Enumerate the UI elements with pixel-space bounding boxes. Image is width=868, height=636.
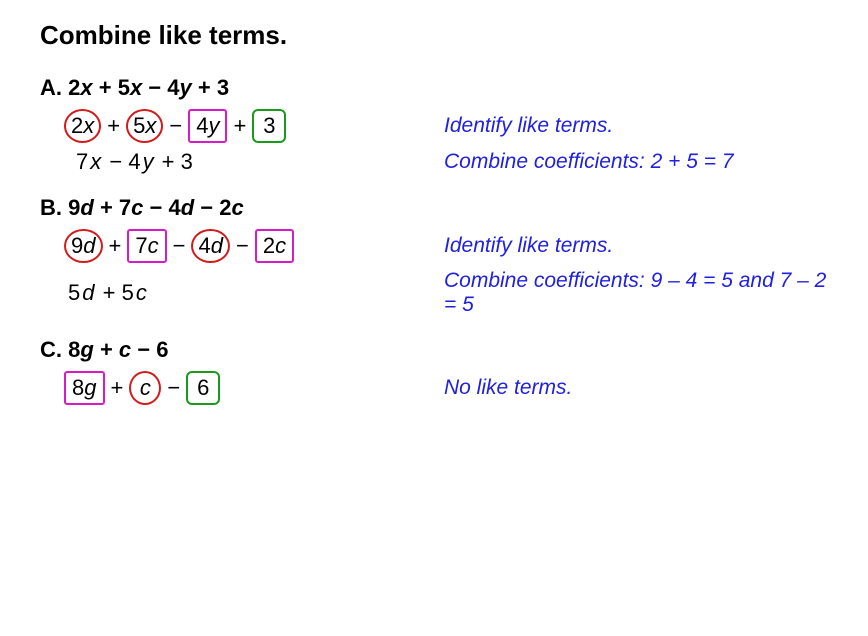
problem-b-marked-expr: 9d + 7c − 4d − 2c: [64, 229, 384, 263]
problem-b-expr: 9d + 7c − 4d − 2c: [68, 195, 244, 220]
problem-b-header: B. 9d + 7c − 4d − 2c: [40, 195, 828, 221]
term-c: c: [129, 371, 161, 405]
term-6: 6: [186, 371, 220, 405]
term-8g: 8g: [64, 371, 105, 405]
term-7c: 7c: [127, 229, 166, 263]
term-2x: 2x: [64, 109, 101, 143]
op-plus: +: [105, 233, 126, 259]
problem-c-marked-expr: 8g + c − 6: [64, 371, 384, 405]
problem-c-marked-row: 8g + c − 6 No like terms.: [64, 371, 828, 405]
op-plus: +: [229, 113, 250, 139]
problem-a-label: A.: [40, 75, 62, 100]
problem-c-expr: 8g + c − 6: [68, 337, 168, 362]
problem-c: C. 8g + c − 6 8g + c − 6 No like terms.: [40, 337, 828, 405]
op-minus: −: [163, 375, 184, 401]
note-identify-a: Identify like terms.: [444, 114, 828, 138]
problem-b-result: 5d + 5c: [64, 280, 384, 306]
problem-b-result-row: 5d + 5c Combine coefficients: 9 – 4 = 5 …: [64, 269, 828, 317]
page-title: Combine like terms.: [40, 20, 828, 51]
op-plus: +: [107, 375, 128, 401]
op-minus: −: [165, 113, 186, 139]
op-plus: +: [103, 113, 124, 139]
problem-c-label: C.: [40, 337, 62, 362]
problem-b-label: B.: [40, 195, 62, 220]
term-5x: 5x: [126, 109, 163, 143]
problem-a-marked-expr: 2x + 5x − 4y + 3: [64, 109, 384, 143]
term-3: 3: [252, 109, 286, 143]
problem-a-result: 7x − 4y + 3: [64, 149, 384, 175]
problem-a: A. 2x + 5x − 4y + 3 2x + 5x − 4y + 3 Ide…: [40, 75, 828, 175]
op-minus: −: [232, 233, 253, 259]
term-4d: 4d: [191, 229, 230, 263]
note-identify-b: Identify like terms.: [444, 234, 828, 258]
term-9d: 9d: [64, 229, 103, 263]
problem-b-marked-row: 9d + 7c − 4d − 2c Identify like terms.: [64, 229, 828, 263]
note-no-like-terms: No like terms.: [444, 376, 828, 400]
problem-b: B. 9d + 7c − 4d − 2c 9d + 7c − 4d − 2c I…: [40, 195, 828, 317]
problem-a-expr: 2x + 5x − 4y + 3: [68, 75, 229, 100]
note-combine-a: Combine coefficients: 2 + 5 = 7: [444, 150, 828, 174]
term-4y: 4y: [188, 109, 227, 143]
op-minus: −: [169, 233, 190, 259]
problem-a-header: A. 2x + 5x − 4y + 3: [40, 75, 828, 101]
problem-a-marked-row: 2x + 5x − 4y + 3 Identify like terms.: [64, 109, 828, 143]
term-2c: 2c: [255, 229, 294, 263]
problem-a-result-row: 7x − 4y + 3 Combine coefficients: 2 + 5 …: [64, 149, 828, 175]
problem-c-header: C. 8g + c − 6: [40, 337, 828, 363]
note-combine-b: Combine coefficients: 9 – 4 = 5 and 7 – …: [444, 269, 828, 317]
